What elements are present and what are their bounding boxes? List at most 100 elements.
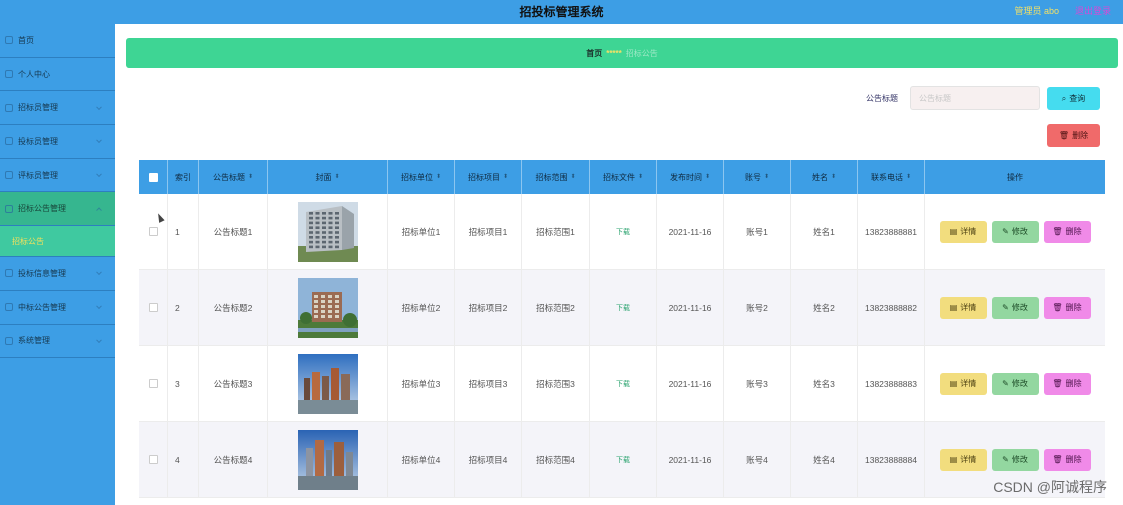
search-icon: ⌕ — [1061, 93, 1067, 103]
batch-delete-button[interactable]: 🗑 删除 — [1047, 124, 1100, 147]
cell-file: 下载 — [590, 422, 657, 497]
delete-button[interactable]: 🗑 删除 — [1043, 296, 1091, 319]
row-checkbox[interactable] — [149, 303, 158, 312]
download-link[interactable]: 下载 — [616, 379, 630, 389]
cell-actions: ▤ 详情 ✎ 修改 🗑 删除 — [925, 194, 1105, 269]
home-icon — [5, 36, 13, 45]
sidebar-item-home[interactable]: 首页 — [0, 24, 115, 58]
header-account[interactable]: 账号 ⬍ — [724, 160, 791, 194]
trash-icon: 🗑 — [1052, 455, 1063, 464]
row-checkbox[interactable] — [149, 455, 158, 464]
cell-date: 2021-11-16 — [657, 346, 724, 421]
data-table: 索引 公告标题 ⬍ 封面 ⬍ 招标单位 ⬍ 招标项目 ⬍ 招标范围 ⬍ 招标文件 ⬍ 发布时… — [139, 160, 1105, 498]
batch-delete-label: 删除 — [1072, 131, 1089, 140]
search-input[interactable] — [910, 86, 1040, 110]
detail-label: 详情 — [960, 455, 977, 464]
header-label: 招标单位 — [400, 172, 433, 182]
cell-unit: 招标单位1 — [388, 194, 455, 269]
document-icon: ▤ — [949, 303, 958, 312]
header-name[interactable]: 姓名 ⬍ — [791, 160, 858, 194]
trash-icon: 🗑 — [1058, 131, 1070, 140]
header-phone[interactable]: 联系电话 ⬍ — [858, 160, 925, 194]
header-label: 招标文件 — [602, 172, 635, 182]
gear-icon — [5, 336, 13, 345]
edit-button[interactable]: ✎ 修改 — [991, 448, 1039, 471]
header-file[interactable]: 招标文件 ⬍ — [590, 160, 657, 194]
header-label: 账号 — [744, 172, 761, 182]
cell-cover — [268, 194, 388, 269]
delete-button[interactable]: 🗑 删除 — [1043, 448, 1091, 471]
sidebar-item-label: 系统管理 — [18, 336, 50, 346]
logout-link[interactable]: 退出登录 — [1075, 4, 1111, 17]
download-link[interactable]: 下载 — [616, 455, 630, 465]
row-checkbox[interactable] — [149, 379, 158, 388]
detail-button[interactable]: ▤ 详情 — [939, 448, 987, 471]
detail-button[interactable]: ▤ 详情 — [939, 372, 987, 395]
sidebar-item-bidder[interactable]: 投标员管理 — [0, 125, 115, 159]
delete-label: 删除 — [1065, 227, 1082, 236]
delete-button[interactable]: 🗑 删除 — [1043, 220, 1091, 243]
cover-image[interactable] — [297, 277, 358, 338]
cell-account: 账号2 — [724, 270, 791, 345]
menu-icon — [5, 269, 13, 278]
header-cover[interactable]: 封面 ⬍ — [268, 160, 388, 194]
header-scope[interactable]: 招标范围 ⬍ — [522, 160, 590, 194]
sidebar-item-bid-info[interactable]: 投标信息管理 — [0, 257, 115, 291]
breadcrumb-home[interactable]: 首页 — [586, 48, 602, 59]
download-link[interactable]: 下载 — [616, 227, 630, 237]
cover-image[interactable] — [297, 353, 358, 414]
cell-name: 姓名1 — [791, 194, 858, 269]
edit-button[interactable]: ✎ 修改 — [991, 372, 1039, 395]
cell-project: 招标项目1 — [455, 194, 522, 269]
detail-label: 详情 — [960, 379, 977, 388]
cell-title: 公告标题4 — [199, 422, 268, 497]
admin-label: 管理员 abo — [1014, 6, 1059, 16]
cell-scope: 招标范围2 — [522, 270, 590, 345]
sidebar-item-evaluator[interactable]: 评标员管理 — [0, 159, 115, 193]
detail-button[interactable]: ▤ 详情 — [939, 220, 987, 243]
sidebar-item-tenderer[interactable]: 招标员管理 — [0, 91, 115, 126]
cell-file: 下载 — [590, 270, 657, 345]
detail-button[interactable]: ▤ 详情 — [939, 296, 987, 319]
header-title[interactable]: 公告标题 ⬍ — [199, 160, 268, 194]
cell-date: 2021-11-16 — [657, 270, 724, 345]
document-icon: ▤ — [949, 379, 958, 388]
search-button-label: 查询 — [1069, 94, 1086, 103]
detail-label: 详情 — [960, 303, 977, 312]
header-project[interactable]: 招标项目 ⬍ — [455, 160, 522, 194]
row-checkbox[interactable] — [149, 227, 158, 236]
cover-image[interactable] — [297, 201, 358, 262]
cell-phone: 13823888884 — [858, 422, 925, 497]
pencil-icon: ✎ — [1002, 379, 1009, 388]
sidebar-item-profile[interactable]: 个人中心 — [0, 58, 115, 92]
delete-label: 删除 — [1065, 455, 1082, 464]
cell-account: 账号4 — [724, 422, 791, 497]
sidebar-subitem-tender-notice[interactable]: 招标公告 — [0, 226, 115, 258]
cell-cover — [268, 346, 388, 421]
header-label: 发布时间 — [669, 172, 702, 182]
cover-image[interactable] — [297, 429, 358, 490]
sidebar-item-label: 招标公告管理 — [18, 204, 66, 214]
edit-button[interactable]: ✎ 修改 — [991, 220, 1039, 243]
cell-index: 4 — [168, 422, 199, 497]
cell-unit: 招标单位4 — [388, 422, 455, 497]
cell-cover — [268, 422, 388, 497]
search-button[interactable]: ⌕ 查询 — [1047, 87, 1100, 110]
sidebar-item-tender-notice[interactable]: 招标公告管理 — [0, 192, 115, 227]
sidebar-item-award-notice[interactable]: 中标公告管理 — [0, 291, 115, 325]
header-date[interactable]: 发布时间 ⬍ — [657, 160, 724, 194]
sort-icon: ⬍ — [435, 174, 442, 180]
row-checkbox-cell — [139, 270, 168, 345]
cell-scope: 招标范围4 — [522, 422, 590, 497]
cell-project: 招标项目3 — [455, 346, 522, 421]
sidebar-item-label: 个人中心 — [18, 69, 50, 79]
edit-label: 修改 — [1011, 303, 1028, 312]
edit-button[interactable]: ✎ 修改 — [991, 296, 1039, 319]
sort-icon: ⬍ — [704, 174, 711, 180]
download-link[interactable]: 下载 — [616, 303, 630, 313]
delete-button[interactable]: 🗑 删除 — [1043, 372, 1091, 395]
header-unit[interactable]: 招标单位 ⬍ — [388, 160, 455, 194]
sort-icon: ⬍ — [763, 174, 770, 180]
sidebar-item-system[interactable]: 系统管理 — [0, 325, 115, 359]
select-all-checkbox[interactable] — [149, 172, 158, 182]
